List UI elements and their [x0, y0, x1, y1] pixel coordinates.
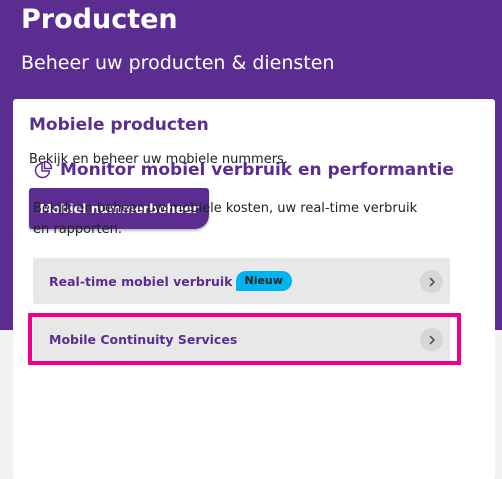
pie-chart-icon: [34, 160, 53, 179]
list-item-mobile-continuity-services[interactable]: Mobile Continuity Services: [33, 316, 450, 362]
page-title: Producten: [21, 4, 178, 35]
chevron-right-icon[interactable]: [420, 270, 443, 293]
mobile-products-title: Mobiele producten: [29, 115, 209, 135]
list-item-label: Mobile Continuity Services: [49, 331, 238, 347]
monitor-section-title: Monitor mobiel verbruik en performantie: [60, 160, 454, 180]
monitor-section-description: Bekijk en beheer uw mobiele kosten, uw r…: [33, 201, 418, 237]
page-subtitle: Beheer uw producten & diensten: [21, 52, 335, 74]
new-badge: Nieuw: [236, 271, 292, 291]
list-item-label: Real-time mobiel verbruik: [49, 273, 233, 289]
monitor-section-header: Monitor mobiel verbruik en performantie: [33, 160, 454, 180]
list-item-realtime-usage[interactable]: Real-time mobiel verbruik Nieuw: [33, 258, 450, 304]
chevron-right-icon[interactable]: [420, 328, 443, 351]
